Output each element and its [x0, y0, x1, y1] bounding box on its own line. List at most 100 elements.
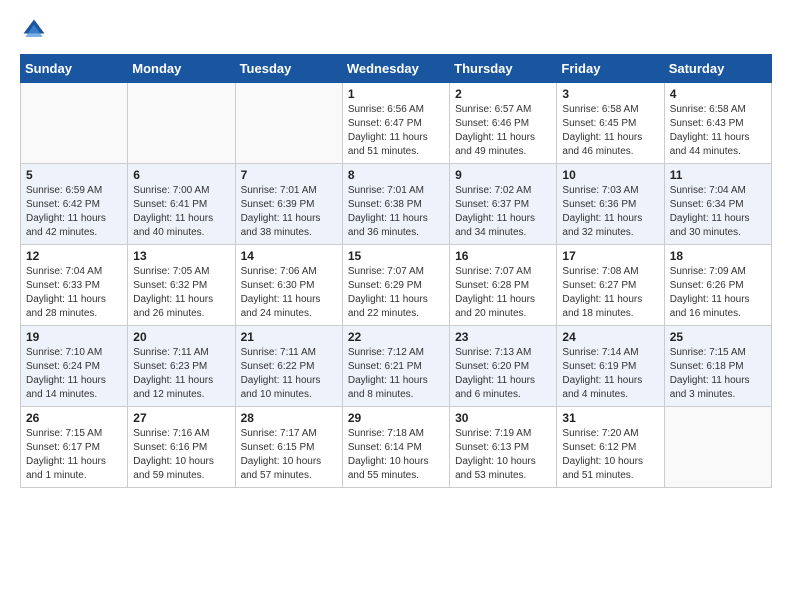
calendar-cell: 12 Sunrise: 7:04 AM Sunset: 6:33 PM Dayli… [21, 245, 128, 326]
weekday-header-sunday: Sunday [21, 55, 128, 83]
day-info: Sunrise: 6:57 AM Sunset: 6:46 PM Dayligh… [455, 104, 535, 157]
calendar-cell: 6Sunrise: 7:00 AM Sunset: 6:41 PM Daylig… [128, 164, 235, 245]
calendar-cell: 2 Sunrise: 6:57 AM Sunset: 6:46 PM Daylig… [450, 83, 557, 164]
day-number: 5 [26, 168, 122, 182]
calendar-table: SundayMondayTuesdayWednesdayThursdayFrid… [20, 54, 772, 488]
calendar-cell: 14Sunrise: 7:06 AM Sunset: 6:30 PM Dayli… [235, 245, 342, 326]
day-number: 10 [562, 168, 658, 182]
calendar-cell: 23Sunrise: 7:13 AM Sunset: 6:20 PM Dayli… [450, 326, 557, 407]
calendar-cell: 18 Sunrise: 7:09 AM Sunset: 6:26 PM Dayli… [664, 245, 771, 326]
day-number: 28 [241, 411, 337, 425]
day-number: 8 [348, 168, 444, 182]
day-number: 11 [670, 168, 766, 182]
week-row-3: 12 Sunrise: 7:04 AM Sunset: 6:33 PM Dayli… [21, 245, 772, 326]
day-info: Sunrise: 7:07 AM Sunset: 6:29 PM Dayligh… [348, 266, 428, 319]
day-info: Sunrise: 7:04 AM Sunset: 6:34 PM Dayligh… [670, 185, 750, 238]
page: SundayMondayTuesdayWednesdayThursdayFrid… [0, 0, 792, 612]
weekday-header-monday: Monday [128, 55, 235, 83]
day-number: 19 [26, 330, 122, 344]
calendar-cell: 11 Sunrise: 7:04 AM Sunset: 6:34 PM Dayli… [664, 164, 771, 245]
day-info: Sunrise: 7:18 AM Sunset: 6:14 PM Dayligh… [348, 428, 429, 481]
calendar-cell: 25 Sunrise: 7:15 AM Sunset: 6:18 PM Dayli… [664, 326, 771, 407]
weekday-header-tuesday: Tuesday [235, 55, 342, 83]
day-number: 4 [670, 87, 766, 101]
day-info: Sunrise: 7:11 AM Sunset: 6:22 PM Dayligh… [241, 347, 321, 400]
day-info: Sunrise: 7:05 AM Sunset: 6:32 PM Dayligh… [133, 266, 213, 319]
day-number: 18 [670, 249, 766, 263]
day-number: 15 [348, 249, 444, 263]
calendar-cell: 1 Sunrise: 6:56 AM Sunset: 6:47 PM Daylig… [342, 83, 449, 164]
calendar-cell: 17 Sunrise: 7:08 AM Sunset: 6:27 PM Dayli… [557, 245, 664, 326]
calendar-cell: 15 Sunrise: 7:07 AM Sunset: 6:29 PM Dayli… [342, 245, 449, 326]
day-info: Sunrise: 7:00 AM Sunset: 6:41 PM Dayligh… [133, 185, 213, 238]
day-info: Sunrise: 7:16 AM Sunset: 6:16 PM Dayligh… [133, 428, 214, 481]
day-number: 1 [348, 87, 444, 101]
calendar-cell: 22 Sunrise: 7:12 AM Sunset: 6:21 PM Dayli… [342, 326, 449, 407]
day-number: 9 [455, 168, 551, 182]
weekday-header-thursday: Thursday [450, 55, 557, 83]
day-info: Sunrise: 6:59 AM Sunset: 6:42 PM Dayligh… [26, 185, 106, 238]
day-info: Sunrise: 7:03 AM Sunset: 6:36 PM Dayligh… [562, 185, 642, 238]
day-number: 31 [562, 411, 658, 425]
day-number: 25 [670, 330, 766, 344]
calendar-cell: 4 Sunrise: 6:58 AM Sunset: 6:43 PM Daylig… [664, 83, 771, 164]
weekday-header-wednesday: Wednesday [342, 55, 449, 83]
week-row-5: 26Sunrise: 7:15 AM Sunset: 6:17 PM Dayli… [21, 407, 772, 488]
calendar-cell: 24 Sunrise: 7:14 AM Sunset: 6:19 PM Dayli… [557, 326, 664, 407]
calendar-cell: 8 Sunrise: 7:01 AM Sunset: 6:38 PM Daylig… [342, 164, 449, 245]
day-info: Sunrise: 7:01 AM Sunset: 6:39 PM Dayligh… [241, 185, 321, 238]
day-info: Sunrise: 7:08 AM Sunset: 6:27 PM Dayligh… [562, 266, 642, 319]
day-number: 12 [26, 249, 122, 263]
day-number: 27 [133, 411, 229, 425]
day-number: 23 [455, 330, 551, 344]
day-info: Sunrise: 7:02 AM Sunset: 6:37 PM Dayligh… [455, 185, 535, 238]
calendar-cell: 20Sunrise: 7:11 AM Sunset: 6:23 PM Dayli… [128, 326, 235, 407]
day-info: Sunrise: 6:58 AM Sunset: 6:45 PM Dayligh… [562, 104, 642, 157]
day-number: 24 [562, 330, 658, 344]
calendar-cell: 13 Sunrise: 7:05 AM Sunset: 6:32 PM Dayli… [128, 245, 235, 326]
calendar-cell: 5 Sunrise: 6:59 AM Sunset: 6:42 PM Daylig… [21, 164, 128, 245]
day-info: Sunrise: 7:07 AM Sunset: 6:28 PM Dayligh… [455, 266, 535, 319]
calendar-cell: 7Sunrise: 7:01 AM Sunset: 6:39 PM Daylig… [235, 164, 342, 245]
day-number: 13 [133, 249, 229, 263]
calendar-cell [664, 407, 771, 488]
calendar-cell: 31 Sunrise: 7:20 AM Sunset: 6:12 PM Dayli… [557, 407, 664, 488]
day-info: Sunrise: 7:15 AM Sunset: 6:18 PM Dayligh… [670, 347, 750, 400]
day-number: 16 [455, 249, 551, 263]
day-info: Sunrise: 7:01 AM Sunset: 6:38 PM Dayligh… [348, 185, 428, 238]
day-info: Sunrise: 7:19 AM Sunset: 6:13 PM Dayligh… [455, 428, 536, 481]
week-row-1: 1 Sunrise: 6:56 AM Sunset: 6:47 PM Daylig… [21, 83, 772, 164]
day-info: Sunrise: 6:56 AM Sunset: 6:47 PM Dayligh… [348, 104, 428, 157]
logo-icon [20, 16, 48, 44]
day-number: 22 [348, 330, 444, 344]
day-number: 21 [241, 330, 337, 344]
day-number: 30 [455, 411, 551, 425]
calendar-cell [128, 83, 235, 164]
calendar-cell: 28 Sunrise: 7:17 AM Sunset: 6:15 PM Dayli… [235, 407, 342, 488]
weekday-header-friday: Friday [557, 55, 664, 83]
weekday-header-saturday: Saturday [664, 55, 771, 83]
header [20, 16, 772, 44]
week-row-4: 19 Sunrise: 7:10 AM Sunset: 6:24 PM Dayli… [21, 326, 772, 407]
calendar-cell: 30 Sunrise: 7:19 AM Sunset: 6:13 PM Dayli… [450, 407, 557, 488]
day-info: Sunrise: 7:04 AM Sunset: 6:33 PM Dayligh… [26, 266, 106, 319]
day-info: Sunrise: 7:10 AM Sunset: 6:24 PM Dayligh… [26, 347, 106, 400]
week-row-2: 5 Sunrise: 6:59 AM Sunset: 6:42 PM Daylig… [21, 164, 772, 245]
calendar-cell: 3 Sunrise: 6:58 AM Sunset: 6:45 PM Daylig… [557, 83, 664, 164]
day-info: Sunrise: 7:14 AM Sunset: 6:19 PM Dayligh… [562, 347, 642, 400]
day-number: 2 [455, 87, 551, 101]
day-info: Sunrise: 7:17 AM Sunset: 6:15 PM Dayligh… [241, 428, 322, 481]
day-number: 29 [348, 411, 444, 425]
calendar-cell: 9 Sunrise: 7:02 AM Sunset: 6:37 PM Daylig… [450, 164, 557, 245]
calendar-cell: 26Sunrise: 7:15 AM Sunset: 6:17 PM Dayli… [21, 407, 128, 488]
day-info: Sunrise: 6:58 AM Sunset: 6:43 PM Dayligh… [670, 104, 750, 157]
day-number: 20 [133, 330, 229, 344]
day-number: 3 [562, 87, 658, 101]
day-info: Sunrise: 7:20 AM Sunset: 6:12 PM Dayligh… [562, 428, 643, 481]
day-number: 17 [562, 249, 658, 263]
day-info: Sunrise: 7:09 AM Sunset: 6:26 PM Dayligh… [670, 266, 750, 319]
calendar-cell [21, 83, 128, 164]
weekday-header-row: SundayMondayTuesdayWednesdayThursdayFrid… [21, 55, 772, 83]
calendar-cell: 21 Sunrise: 7:11 AM Sunset: 6:22 PM Dayli… [235, 326, 342, 407]
day-info: Sunrise: 7:12 AM Sunset: 6:21 PM Dayligh… [348, 347, 428, 400]
